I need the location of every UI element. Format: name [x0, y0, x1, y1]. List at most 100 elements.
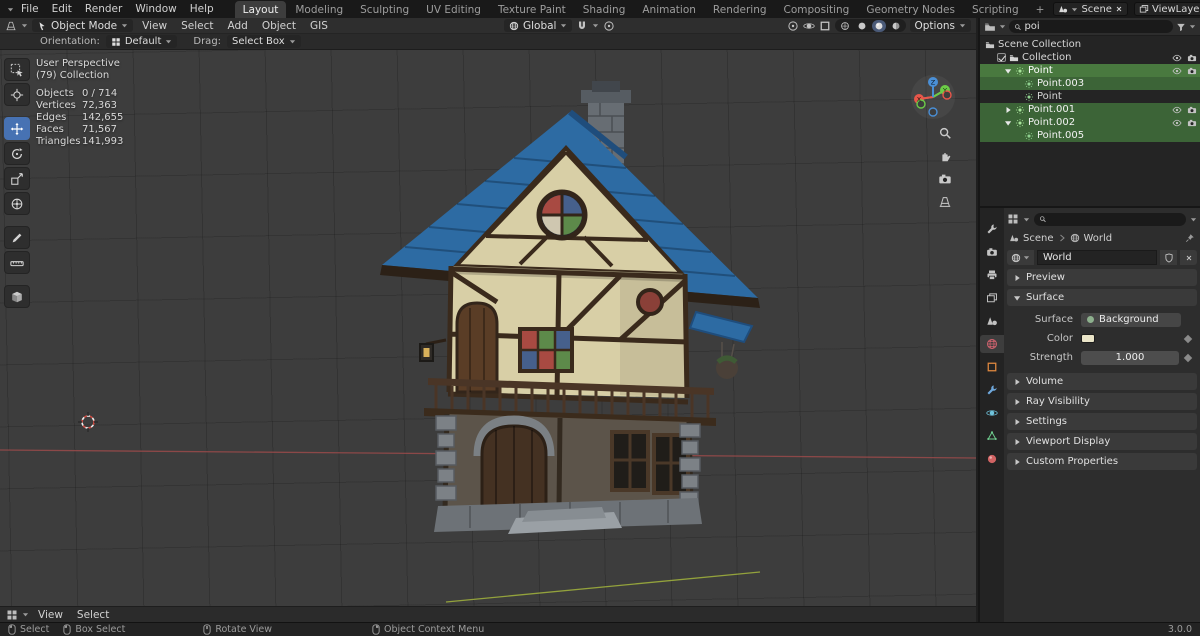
viewport-menu-add[interactable]: Add: [222, 20, 252, 32]
section-ray-visibility[interactable]: Ray Visibility: [1007, 393, 1197, 410]
tab-object-data[interactable]: [980, 427, 1004, 445]
add-workspace-button[interactable]: +: [1028, 1, 1053, 18]
mode-dropdown[interactable]: Object Mode: [32, 19, 134, 32]
show-gizmo-icon[interactable]: [787, 20, 799, 32]
camera-view-icon[interactable]: [938, 172, 952, 186]
footer-menu-select[interactable]: Select: [72, 609, 114, 621]
zoom-icon[interactable]: [938, 126, 952, 140]
disable-in-render-icon[interactable]: [1187, 118, 1197, 128]
section-viewport-display[interactable]: Viewport Display: [1007, 433, 1197, 450]
workspace-tab-modeling[interactable]: Modeling: [287, 1, 351, 18]
outliner-row-point-data[interactable]: Point: [980, 90, 1200, 103]
tool-select-box[interactable]: [4, 58, 30, 81]
transform-orientation-dropdown[interactable]: Global: [503, 19, 573, 32]
toggle-xray-icon[interactable]: [819, 20, 831, 32]
tool-cursor[interactable]: [4, 83, 30, 106]
surface-type-button[interactable]: Background: [1081, 312, 1181, 327]
proportional-editing-icon[interactable]: [603, 20, 615, 32]
breadcrumb-world[interactable]: World: [1084, 233, 1113, 244]
tool-add-cube[interactable]: [4, 285, 30, 308]
navigation-gizmo[interactable]: X Y Z: [910, 74, 956, 120]
keyframe-diamond-icon[interactable]: [1183, 353, 1193, 362]
collection-checkbox[interactable]: [997, 53, 1006, 62]
strength-field[interactable]: 1.000: [1081, 350, 1179, 365]
outliner-row-point-005[interactable]: Point.005: [980, 129, 1200, 142]
world-browse-button[interactable]: [1007, 250, 1034, 265]
workspace-tab-geometry-nodes[interactable]: Geometry Nodes: [858, 1, 963, 18]
tool-annotate[interactable]: [4, 226, 30, 249]
disable-in-render-icon[interactable]: [1187, 53, 1197, 63]
menu-file[interactable]: File: [15, 0, 45, 18]
hide-in-viewport-icon[interactable]: [1172, 105, 1182, 115]
tab-physics[interactable]: [980, 404, 1004, 422]
pin-icon[interactable]: [1185, 233, 1195, 243]
workspace-tab-shading[interactable]: Shading: [575, 1, 634, 18]
outliner-row-collection[interactable]: Collection: [980, 51, 1200, 64]
shading-wireframe-button[interactable]: [838, 20, 852, 32]
shading-material-button[interactable]: [871, 19, 886, 32]
tool-transform[interactable]: [4, 192, 30, 215]
shading-solid-button[interactable]: [855, 20, 869, 32]
editor-type-icon[interactable]: [6, 609, 18, 621]
scene-selector[interactable]: Scene: [1053, 2, 1128, 16]
tool-rotate[interactable]: [4, 142, 30, 165]
outliner-editor-caret-icon[interactable]: [999, 23, 1006, 30]
hide-in-viewport-icon[interactable]: [1172, 66, 1182, 76]
tool-move[interactable]: [4, 117, 30, 140]
tab-render[interactable]: [980, 243, 1004, 261]
filter-funnel-icon[interactable]: [1176, 22, 1186, 32]
section-custom-properties[interactable]: Custom Properties: [1007, 453, 1197, 470]
snap-magnet-icon[interactable]: [576, 20, 588, 32]
shading-rendered-button[interactable]: [889, 20, 903, 32]
menu-window[interactable]: Window: [129, 0, 182, 18]
tab-view-layer[interactable]: [980, 289, 1004, 307]
pan-hand-icon[interactable]: [938, 149, 952, 163]
editor-type-icon[interactable]: [5, 20, 17, 32]
properties-editor-caret-icon[interactable]: [1023, 216, 1030, 223]
workspace-tab-uv-editing[interactable]: UV Editing: [418, 1, 489, 18]
world-color-swatch[interactable]: [1081, 334, 1095, 343]
menu-help[interactable]: Help: [184, 0, 220, 18]
disable-in-render-icon[interactable]: [1187, 105, 1197, 115]
hide-in-viewport-icon[interactable]: [1172, 118, 1182, 128]
orientation-setting-dropdown[interactable]: Default: [105, 35, 178, 48]
properties-filter-caret-icon[interactable]: [1190, 216, 1197, 223]
workspace-tab-scripting[interactable]: Scripting: [964, 1, 1027, 18]
tab-object[interactable]: [980, 358, 1004, 376]
show-overlays-icon[interactable]: [803, 20, 815, 32]
viewport-menu-object[interactable]: Object: [257, 20, 301, 32]
tool-measure[interactable]: [4, 251, 30, 274]
fake-user-shield-button[interactable]: [1160, 250, 1177, 265]
viewport-menu-view[interactable]: View: [137, 20, 172, 32]
expand-icon[interactable]: [1004, 106, 1012, 114]
options-dropdown[interactable]: Options: [909, 19, 972, 32]
outliner-row-point-003[interactable]: Point.003: [980, 77, 1200, 90]
outliner-row-point[interactable]: Point: [980, 64, 1200, 77]
outliner-row-point-002[interactable]: Point.002: [980, 116, 1200, 129]
tab-material[interactable]: [980, 450, 1004, 468]
outliner-search[interactable]: [1009, 20, 1173, 33]
menu-edit[interactable]: Edit: [46, 0, 78, 18]
workspace-tab-texture-paint[interactable]: Texture Paint: [490, 1, 574, 18]
scene-unlink-icon[interactable]: [1115, 5, 1123, 13]
viewport-3d[interactable]: User Perspective (79) Collection Objects…: [0, 50, 976, 606]
properties-search-input[interactable]: [1049, 213, 1181, 225]
workspace-tab-compositing[interactable]: Compositing: [776, 1, 858, 18]
section-volume[interactable]: Volume: [1007, 373, 1197, 390]
menu-render[interactable]: Render: [79, 0, 128, 18]
section-settings[interactable]: Settings: [1007, 413, 1197, 430]
outliner-row-scene-collection[interactable]: Scene Collection: [980, 38, 1200, 51]
outliner-editor-type-icon[interactable]: [984, 21, 996, 33]
outliner-search-input[interactable]: [1024, 21, 1168, 32]
app-menu-caret-icon[interactable]: [7, 6, 14, 13]
tab-tool[interactable]: [980, 220, 1004, 238]
tab-output[interactable]: [980, 266, 1004, 284]
section-preview[interactable]: Preview: [1007, 269, 1197, 286]
tool-scale[interactable]: [4, 167, 30, 190]
properties-editor-type-icon[interactable]: [1007, 213, 1019, 225]
tab-scene[interactable]: [980, 312, 1004, 330]
filter-caret-icon[interactable]: [1189, 23, 1196, 30]
breadcrumb-scene[interactable]: Scene: [1023, 233, 1054, 244]
disable-in-render-icon[interactable]: [1187, 66, 1197, 76]
tab-modifiers[interactable]: [980, 381, 1004, 399]
